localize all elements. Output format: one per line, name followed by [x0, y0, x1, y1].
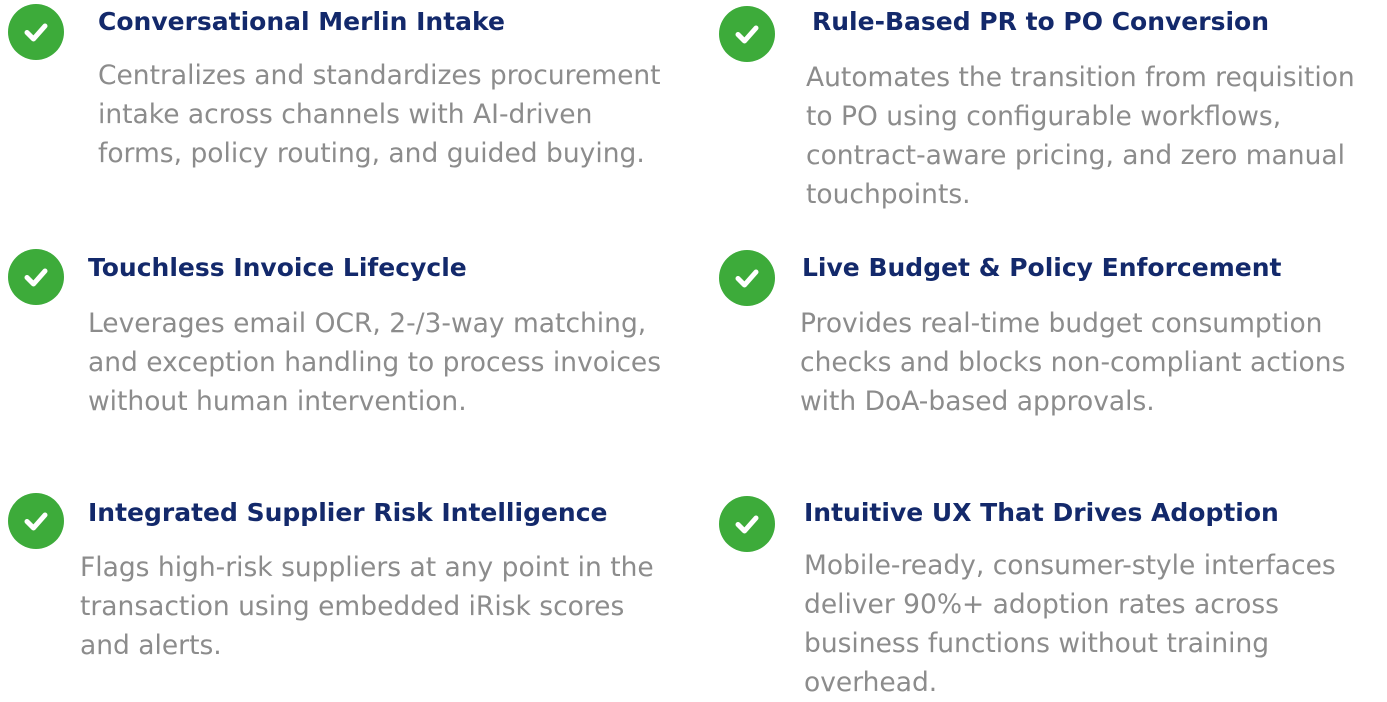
feature-title: Conversational Merlin Intake	[98, 7, 505, 36]
check-circle-icon	[719, 250, 775, 306]
check-circle-icon	[719, 6, 775, 62]
feature-description: Centralizes and standardizes procurement…	[98, 60, 661, 169]
feature-description: Flags high-risk suppliers at any point i…	[80, 552, 654, 661]
feature-title: Intuitive UX That Drives Adoption	[804, 498, 1279, 527]
feature-description: Leverages email OCR, 2-/3-way matching, …	[88, 308, 662, 417]
check-circle-icon	[8, 493, 64, 549]
check-circle-icon	[8, 249, 64, 305]
feature-title: Touchless Invoice Lifecycle	[88, 253, 467, 282]
feature-title: Live Budget & Policy Enforcement	[802, 253, 1282, 282]
check-circle-icon	[719, 496, 775, 552]
feature-description: Automates the transition from requisitio…	[806, 62, 1355, 210]
feature-description: Mobile-ready, consumer-style interfaces …	[804, 550, 1336, 698]
feature-title: Integrated Supplier Risk Intelligence	[88, 498, 608, 527]
feature-title: Rule-Based PR to PO Conversion	[812, 7, 1270, 36]
check-circle-icon	[8, 4, 64, 60]
feature-description: Provides real-time budget consumption ch…	[800, 308, 1346, 417]
